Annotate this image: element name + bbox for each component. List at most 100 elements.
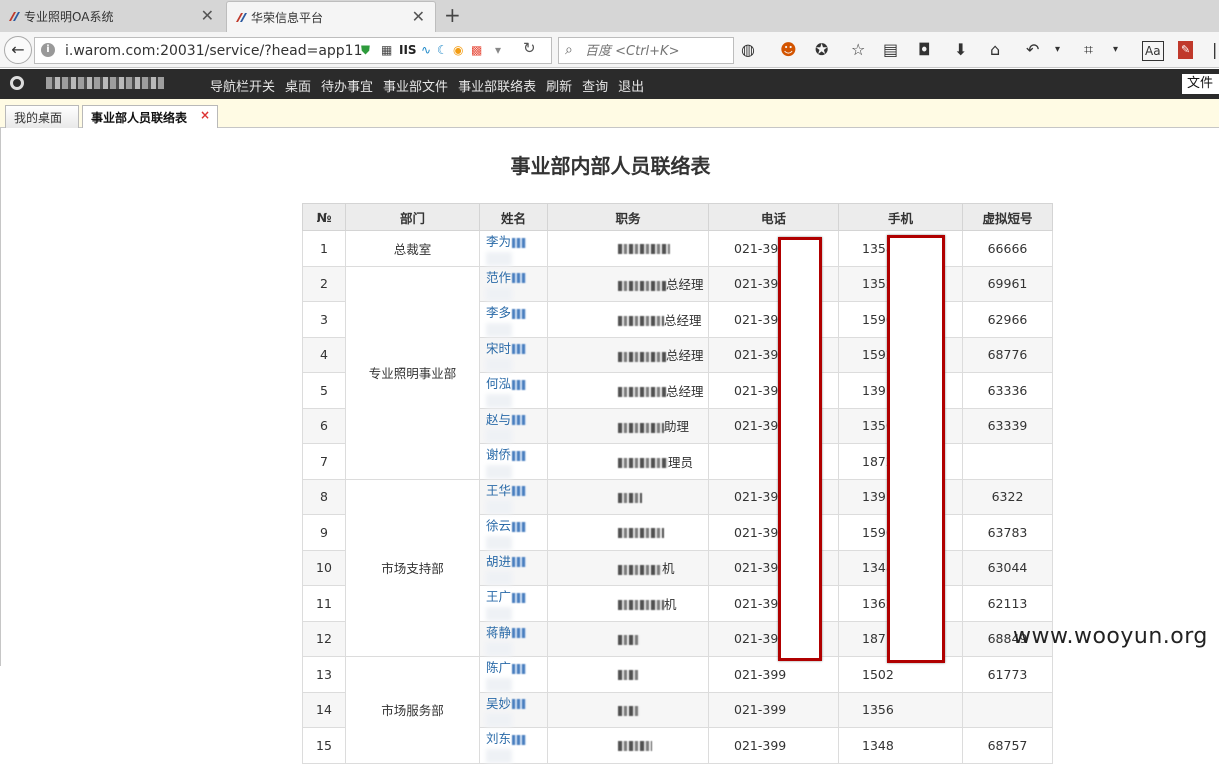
address-bar[interactable]: i i.warom.com:20031/service/?head=app11 … — [34, 37, 552, 64]
tab-division-contacts[interactable]: 事业部人员联络表 × — [82, 105, 218, 128]
tab-my-desktop[interactable]: 我的桌面 — [5, 105, 79, 128]
menu-todo[interactable]: 待办事宜 — [321, 76, 373, 95]
cell-title: 总经理 — [547, 301, 709, 338]
undo-icon[interactable]: ↶ — [1026, 41, 1039, 59]
cell-name[interactable]: 王广 — [479, 585, 548, 622]
cell-name-text[interactable]: 刘东 — [486, 731, 511, 746]
globe-icon[interactable]: ◍ — [741, 41, 755, 59]
cell-name-text[interactable]: 范作 — [486, 270, 511, 285]
download-icon[interactable]: ⬇ — [954, 41, 967, 59]
redacted-text — [486, 322, 512, 337]
cell-name[interactable]: 范作 — [479, 265, 548, 302]
cell-name[interactable]: 宋时 — [479, 336, 548, 373]
cell-name[interactable]: 蒋静 — [479, 620, 548, 657]
cell-no-text: 1 — [320, 240, 328, 256]
browser-tab-oa[interactable]: 专业照明OA系统 ✕ — [0, 1, 224, 32]
new-tab-plus-icon[interactable]: + — [444, 4, 461, 26]
cell-name-text[interactable]: 宋时 — [486, 341, 511, 356]
site-info-icon[interactable]: i — [41, 43, 55, 57]
close-icon[interactable]: ✕ — [201, 7, 214, 25]
cell-name[interactable]: 李多 — [479, 301, 548, 338]
cell-name-text[interactable]: 王华 — [486, 483, 511, 498]
cell-name-text[interactable]: 陈广 — [486, 660, 511, 675]
menu-division-contacts[interactable]: 事业部联络表 — [458, 76, 536, 95]
close-icon[interactable]: ✕ — [412, 8, 425, 26]
pocket-icon[interactable]: ◘ — [918, 41, 931, 59]
overflow-menu-icon[interactable]: | — [1212, 41, 1217, 59]
addon-red-icon[interactable]: ✎ — [1178, 41, 1194, 59]
cell-title-text: 总经理 — [666, 277, 704, 293]
qr-code-icon[interactable]: ▦ — [381, 43, 392, 57]
palette-icon[interactable]: ✪ — [815, 41, 828, 59]
wave-icon[interactable]: ∿ — [421, 43, 431, 57]
cell-short: 63044 — [962, 549, 1053, 586]
cell-name-text[interactable]: 徐云 — [486, 518, 511, 533]
home-icon[interactable]: ⌂ — [990, 41, 1000, 59]
menu-refresh[interactable]: 刷新 — [546, 76, 572, 95]
search-input[interactable] — [585, 41, 731, 61]
reload-icon[interactable]: ↻ — [523, 39, 536, 57]
redacted-text — [618, 280, 666, 291]
cell-no-text: 12 — [316, 631, 332, 647]
chevron-down-icon[interactable]: ▾ — [1113, 41, 1118, 59]
reading-list-icon[interactable]: ▤ — [883, 41, 898, 59]
cat-icon[interactable]: ◉ — [453, 43, 463, 57]
cell-name-text[interactable]: 李多 — [486, 305, 511, 320]
shield-icon[interactable]: ⛊ — [361, 43, 370, 58]
cell-name[interactable]: 吴妙 — [479, 691, 548, 728]
cell-no: 15 — [302, 727, 346, 764]
back-arrow-icon[interactable]: ← — [4, 36, 32, 64]
cell-name[interactable]: 陈广 — [479, 656, 548, 693]
chevron-down-icon[interactable]: ▾ — [1055, 41, 1060, 59]
menu-desktop[interactable]: 桌面 — [285, 76, 311, 95]
cell-name[interactable]: 胡进 — [479, 549, 548, 586]
close-tab-icon[interactable]: × — [200, 108, 210, 122]
cell-name-text[interactable]: 吴妙 — [486, 696, 511, 711]
cell-short: 63336 — [962, 372, 1053, 409]
file-select[interactable]: 文件 ▾ — [1182, 74, 1219, 110]
cell-name[interactable]: 赵与 — [479, 407, 548, 444]
cell-name[interactable]: 谢侨 — [479, 443, 548, 480]
cell-name-text[interactable]: 赵与 — [486, 412, 511, 427]
menu-search[interactable]: 查询 — [582, 76, 608, 95]
reader-view-icon[interactable]: Aa — [1142, 41, 1164, 61]
cell-mobile: 1356 — [838, 691, 963, 728]
crop-icon[interactable]: ⌗ — [1084, 41, 1093, 59]
cell-title: 理员 — [547, 443, 709, 480]
url-text[interactable]: i.warom.com:20031/service/?head=app11 — [65, 43, 363, 59]
cell-title-text: 总经理 — [666, 383, 704, 399]
bookmark-star-icon[interactable]: ☆ — [851, 41, 865, 59]
cell-short-text: 63339 — [987, 418, 1028, 434]
cell-name-text[interactable]: 李为 — [486, 234, 511, 249]
iis-extension-icon[interactable]: IIS — [399, 43, 417, 57]
chevron-down-icon[interactable]: ▾ — [495, 43, 501, 57]
browser-tab-platform[interactable]: 华荣信息平台 ✕ — [226, 1, 436, 32]
cell-name-text[interactable]: 蒋静 — [486, 625, 511, 640]
cell-name-text[interactable]: 王广 — [486, 589, 511, 604]
windows-logo-icon[interactable]: ▩ — [471, 43, 482, 57]
cell-title: 机 — [547, 585, 709, 622]
cell-no: 5 — [302, 372, 346, 409]
cell-name-text[interactable]: 何泓 — [486, 376, 511, 391]
moon-icon[interactable]: ☾ — [437, 43, 448, 57]
user-avatar-icon[interactable]: ☻ — [780, 41, 797, 59]
menu-division-files[interactable]: 事业部文件 — [383, 76, 448, 95]
menu-logout[interactable]: 退出 — [618, 76, 644, 95]
cell-name[interactable]: 王华 — [479, 478, 548, 515]
cell-name-text[interactable]: 胡进 — [486, 554, 511, 569]
menu-nav-toggle[interactable]: 导航栏开关 — [210, 76, 275, 95]
cell-mobile-text: 1502 — [862, 666, 894, 682]
cell-name-text[interactable]: 谢侨 — [486, 447, 511, 462]
cell-no: 13 — [302, 656, 346, 693]
cell-no-text: 10 — [316, 560, 332, 576]
cell-no: 12 — [302, 620, 346, 657]
cell-name[interactable]: 李为 — [479, 230, 548, 267]
cell-no: 9 — [302, 514, 346, 551]
cell-name[interactable]: 刘东 — [479, 727, 548, 764]
browser-nav-bar: ← i i.warom.com:20031/service/?head=app1… — [0, 32, 1219, 68]
search-bar[interactable]: ⌕ — [558, 37, 734, 64]
cell-name[interactable]: 徐云 — [479, 514, 548, 551]
cell-dept-text: 市场服务部 — [381, 703, 444, 719]
cell-name[interactable]: 何泓 — [479, 372, 548, 409]
redacted-text — [512, 308, 527, 319]
